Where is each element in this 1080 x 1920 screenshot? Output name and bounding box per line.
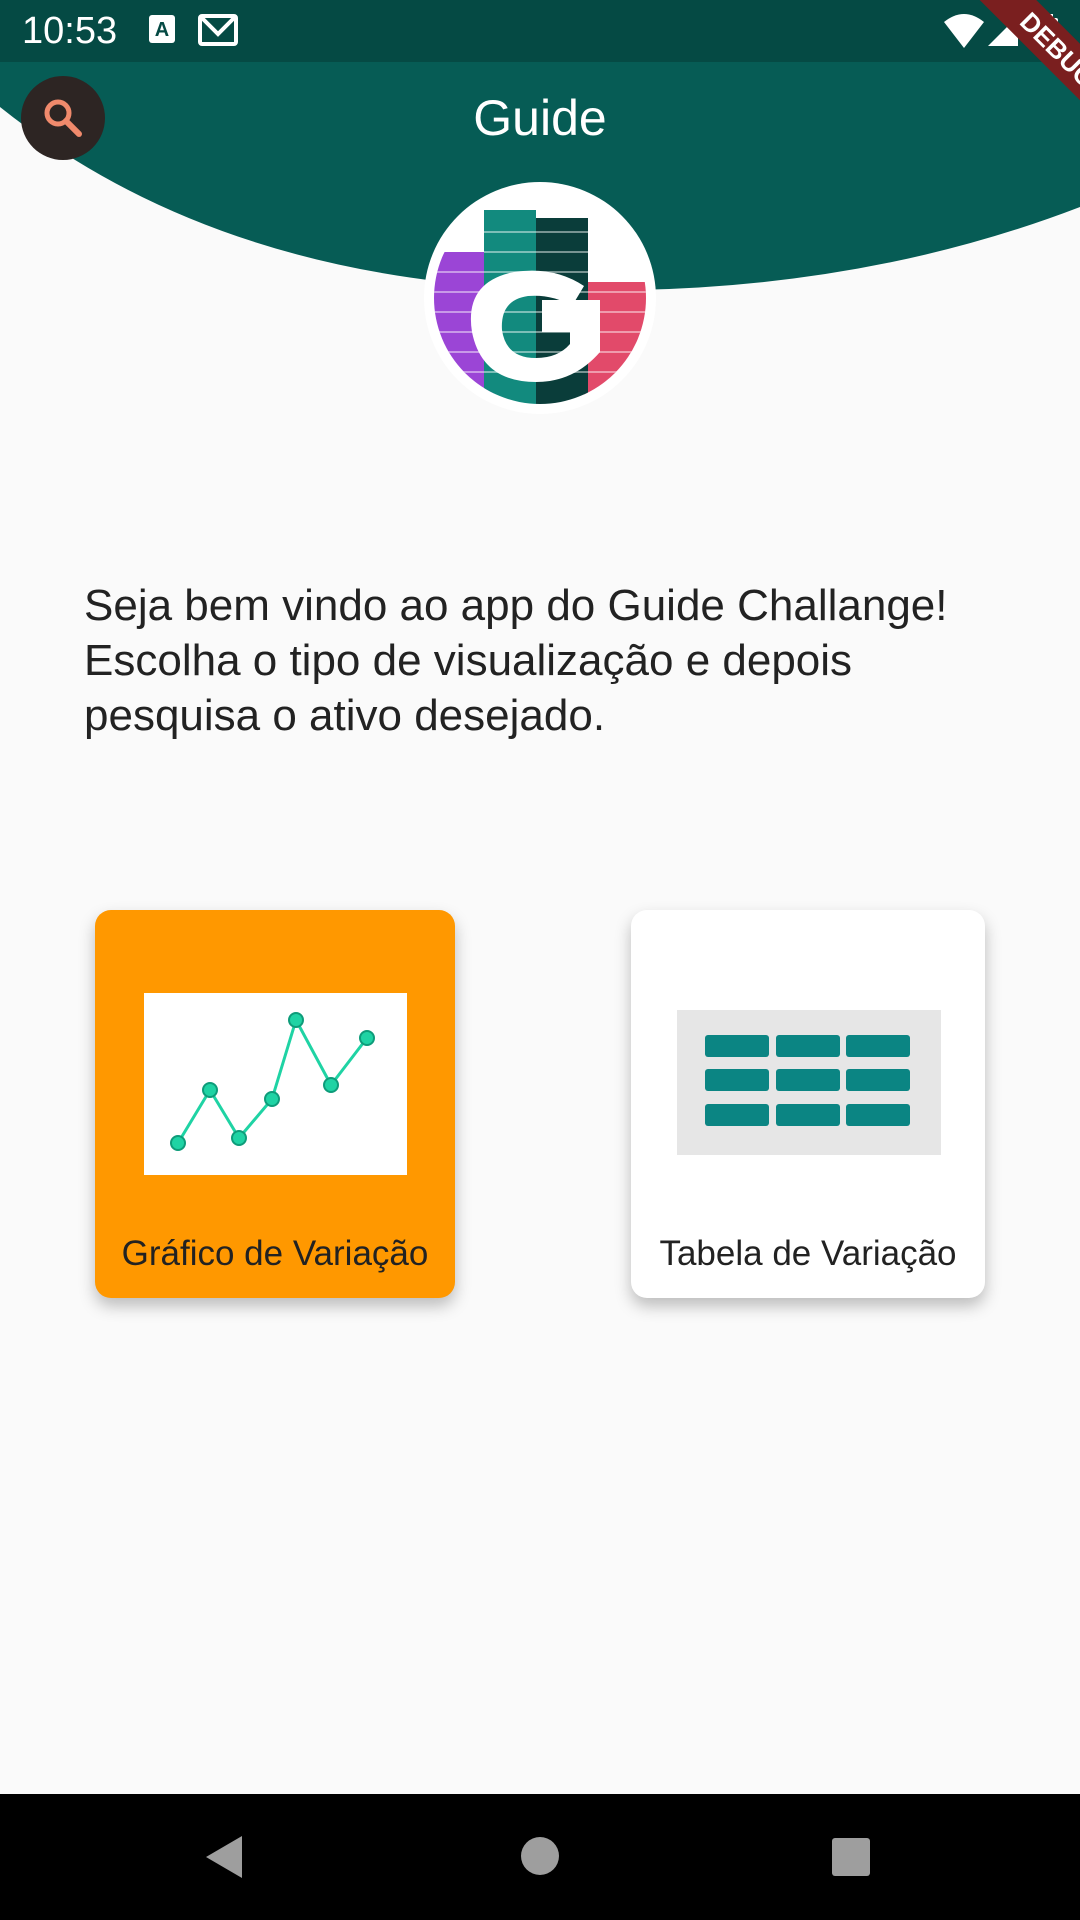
table-variation-card[interactable]: Tabela de Variação xyxy=(631,910,985,1298)
gmail-icon xyxy=(198,14,238,46)
table-grid-icon xyxy=(705,1035,910,1126)
status-time: 10:53 xyxy=(22,10,118,52)
table-thumbnail xyxy=(677,1010,941,1155)
keyboard-a-icon: A xyxy=(149,15,175,43)
debug-banner-label: DEBUG xyxy=(959,0,1080,149)
system-nav-bar xyxy=(0,1794,1080,1920)
table-card-label: Tabela de Variação xyxy=(659,1234,957,1273)
home-circle-icon[interactable] xyxy=(520,1836,560,1876)
app-logo xyxy=(424,182,656,414)
chart-thumbnail xyxy=(144,993,407,1175)
logo-g-icon xyxy=(434,210,646,404)
chart-variation-card[interactable]: Gráfico de Variação xyxy=(95,910,455,1298)
recents-square-icon[interactable] xyxy=(831,1837,871,1877)
search-button[interactable] xyxy=(21,76,105,160)
back-triangle-icon[interactable] xyxy=(204,1834,244,1880)
svg-text:A: A xyxy=(155,19,169,41)
line-chart-icon xyxy=(170,1012,375,1151)
search-icon xyxy=(44,99,82,137)
chart-card-label: Gráfico de Variação xyxy=(121,1234,429,1273)
debug-banner: DEBUG xyxy=(910,0,1080,170)
welcome-text: Seja bem vindo ao app do Guide Challange… xyxy=(84,581,948,740)
